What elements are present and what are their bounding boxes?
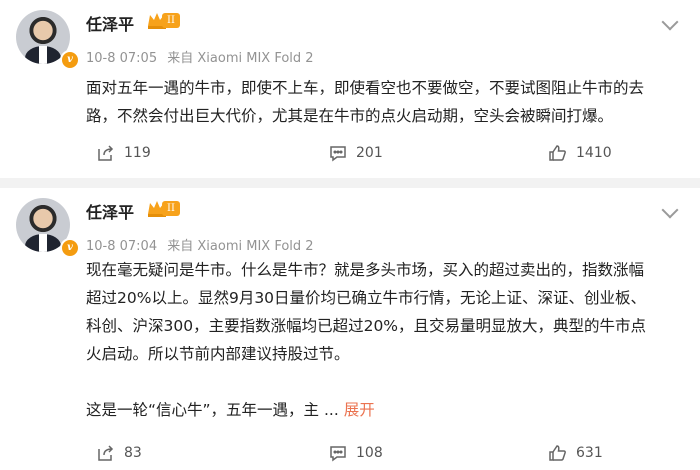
verified-badge-icon: v bbox=[60, 50, 80, 70]
share-icon bbox=[98, 445, 114, 461]
like-count: 1410 bbox=[576, 145, 612, 161]
avatar-shirt bbox=[39, 46, 47, 64]
share-button[interactable]: 83 bbox=[96, 438, 142, 468]
post-text-line: 路，不然会付出巨大代价，尤其是在牛市的点火启动期，空头会被瞬间打爆。 bbox=[86, 107, 614, 125]
share-count: 83 bbox=[124, 445, 142, 461]
chevron-down-icon[interactable] bbox=[661, 13, 679, 31]
share-icon bbox=[98, 145, 114, 161]
level-badge: II bbox=[162, 13, 180, 28]
post-time[interactable]: 10-8 07:04 bbox=[86, 239, 157, 254]
post-card: v 任泽平 II 10-8 07:04 来自 Xiaomi MIX Fold 2… bbox=[0, 188, 700, 470]
comment-button[interactable]: 201 bbox=[328, 138, 383, 168]
comment-icon bbox=[330, 446, 346, 462]
post-text-last-line: 这是一轮“信心牛”，五年一遇，主 ... 展开 bbox=[86, 396, 686, 424]
post-actions: 83 108 631 bbox=[0, 438, 700, 468]
expand-link[interactable]: 展开 bbox=[344, 401, 375, 419]
like-button[interactable]: 631 bbox=[548, 438, 603, 468]
post-text-line: 科创、沪深300，主要指数涨幅均已超过20%，且交易量明显放大，典型的牛市点 bbox=[86, 317, 647, 335]
like-icon bbox=[549, 145, 566, 161]
avatar-shirt bbox=[39, 234, 47, 252]
weibo-feed: v 任泽平 II 10-8 07:05 来自 Xiaomi MIX Fold 2… bbox=[0, 0, 700, 470]
author-name[interactable]: 任泽平 bbox=[86, 11, 134, 35]
post-source: 来自 Xiaomi MIX Fold 2 bbox=[167, 51, 314, 66]
post-source: 来自 Xiaomi MIX Fold 2 bbox=[167, 239, 314, 254]
author-name[interactable]: 任泽平 bbox=[86, 199, 134, 223]
chevron-down-icon[interactable] bbox=[661, 201, 679, 219]
post-meta: 10-8 07:04 来自 Xiaomi MIX Fold 2 bbox=[86, 235, 320, 254]
comment-icon bbox=[330, 146, 346, 162]
level-badge: II bbox=[162, 201, 180, 216]
comment-count: 108 bbox=[356, 445, 383, 461]
post-text-line: 超过20%以上。显然9月30日量价均已确立牛市行情，无论上证、深证、创业板、 bbox=[86, 289, 647, 307]
post-text-line: 火启动。所以节前内部建议持股过节。 bbox=[86, 345, 350, 363]
like-button[interactable]: 1410 bbox=[548, 138, 612, 168]
like-icon bbox=[549, 445, 566, 461]
share-button[interactable]: 119 bbox=[96, 138, 151, 168]
post-time[interactable]: 10-8 07:05 bbox=[86, 51, 157, 66]
post-text-line: 面对五年一遇的牛市，即使不上车，即使看空也不要做空，不要试图阻止牛市的去 bbox=[86, 79, 645, 97]
comment-count: 201 bbox=[356, 145, 383, 161]
post-text: 现在毫无疑问是牛市。什么是牛市？就是多头市场，买入的超过卖出的，指数涨幅 超过2… bbox=[86, 256, 686, 424]
post-meta: 10-8 07:05 来自 Xiaomi MIX Fold 2 bbox=[86, 47, 320, 66]
share-count: 119 bbox=[124, 145, 151, 161]
post-card: v 任泽平 II 10-8 07:05 来自 Xiaomi MIX Fold 2… bbox=[0, 0, 700, 178]
post-text-line: 现在毫无疑问是牛市。什么是牛市？就是多头市场，买入的超过卖出的，指数涨幅 bbox=[86, 261, 645, 279]
like-count: 631 bbox=[576, 445, 603, 461]
post-text: 面对五年一遇的牛市，即使不上车，即使看空也不要做空，不要试图阻止牛市的去 路，不… bbox=[86, 74, 686, 130]
verified-badge-icon: v bbox=[60, 238, 80, 258]
comment-button[interactable]: 108 bbox=[328, 438, 383, 468]
post-actions: 119 201 1410 bbox=[0, 138, 700, 168]
post-text-truncated: 这是一轮“信心牛”，五年一遇，主 ... bbox=[86, 401, 339, 419]
